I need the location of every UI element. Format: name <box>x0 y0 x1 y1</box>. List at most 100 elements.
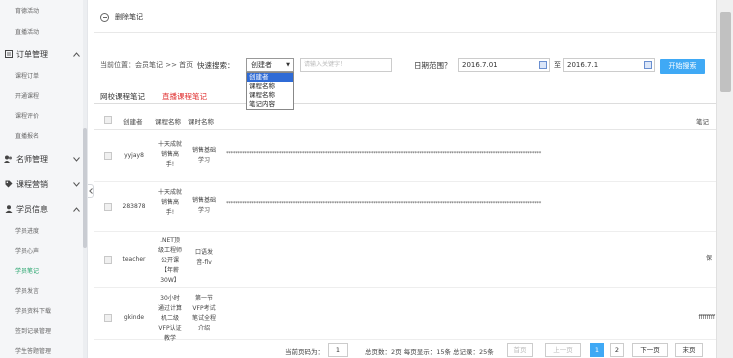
start-search-button[interactable]: 开始搜索 <box>660 59 705 74</box>
goto-page-label: 当前页码为： <box>285 348 324 356</box>
date-separator: 至 <box>554 61 561 69</box>
minus-circle-icon <box>100 12 109 22</box>
goto-page-input[interactable]: 1 <box>328 343 348 357</box>
sidebar-item[interactable]: 课程订单 <box>15 71 39 80</box>
sidebar-group-students[interactable]: 学员信息 <box>4 202 80 216</box>
page-2-button[interactable]: 2 <box>610 343 624 357</box>
cell-creator: yyjay8 <box>124 152 144 159</box>
dropdown-option[interactable]: 课程名称 <box>247 91 293 100</box>
date-from-input[interactable]: 2016.7.01 <box>458 58 550 72</box>
table-row[interactable]: gkinde 30小时通过计算机二级VFP认证教学 第一节VFP考试笔试全程介绍… <box>94 288 716 342</box>
sidebar-group-label: 订单管理 <box>16 49 48 59</box>
page-1-button[interactable]: 1 <box>590 343 604 357</box>
chevron-up-icon <box>72 50 80 58</box>
user-icon <box>4 205 13 214</box>
row-checkbox[interactable] <box>104 152 112 160</box>
sidebar-group-marketing[interactable]: 课程营销 <box>4 177 80 191</box>
sidebar-scroll-thumb[interactable] <box>83 128 87 248</box>
select-all-checkbox[interactable] <box>104 116 112 124</box>
sidebar-group-orders[interactable]: 订单管理 <box>4 47 80 61</box>
sidebar-item[interactable]: 学员资料下载 <box>15 306 51 315</box>
cell-lesson: 销售基础学习 <box>192 147 217 164</box>
cell-creator: teacher <box>122 256 146 263</box>
main-scroll-thumb[interactable] <box>720 12 731 92</box>
dropdown-option[interactable]: 课程名称 <box>247 82 293 91</box>
list-icon <box>4 50 13 59</box>
table-row[interactable]: 283878 十天成就销售高手! 销售基础学习 ****************… <box>94 182 716 232</box>
calendar-icon[interactable] <box>644 61 652 69</box>
delete-notes-label: 删除笔记 <box>115 13 143 21</box>
table-header: 创建者 课程名称 课时名称 笔记 <box>94 110 716 130</box>
pagination-summary: 总页数：2页 每页显示：15条 总记录：25条 <box>365 348 494 356</box>
app-window: 育德活动 直播活动 订单管理 课程订单 开通课程 课程评价 直播报名 名师管理 <box>0 0 733 358</box>
cell-note: ****************************************… <box>226 201 542 207</box>
tab-live-course-notes[interactable]: 直播课程笔记 <box>162 91 207 102</box>
sidebar-scrollbar[interactable] <box>83 0 87 358</box>
sidebar-item-active[interactable]: 学员笔记 <box>15 266 39 275</box>
delete-notes-button[interactable]: 删除笔记 <box>100 12 143 22</box>
column-header-creator: 创建者 <box>123 118 143 126</box>
dropdown-option[interactable]: 笔记内容 <box>247 100 293 109</box>
keyword-input[interactable]: 请输入关键字！ <box>300 58 392 72</box>
row-checkbox[interactable] <box>104 256 112 264</box>
cell-note: ****************************************… <box>226 151 542 157</box>
cell-course: 十天成就销售高手! <box>158 189 183 216</box>
chevron-down-icon <box>72 155 80 163</box>
cell-note: ffffffff <box>698 314 715 321</box>
last-page-button[interactable]: 末页 <box>675 343 703 357</box>
sidebar-item[interactable]: 育德活动 <box>15 6 39 15</box>
next-page-button[interactable]: 下一页 <box>632 343 668 357</box>
sidebar-group-label: 名师管理 <box>16 154 48 164</box>
sidebar-group-teachers[interactable]: 名师管理 <box>4 152 80 166</box>
breadcrumb: 当前位置：会员笔记 >> 首页 <box>100 61 194 69</box>
search-by-dropdown: 创建者 课程名称 课程名称 笔记内容 <box>246 72 294 110</box>
sidebar-item[interactable]: 直播报名 <box>15 131 39 140</box>
cell-lesson: 销售基础学习 <box>192 197 217 214</box>
cell-creator: 283878 <box>122 203 146 210</box>
row-checkbox[interactable] <box>104 314 112 322</box>
notes-tabs: 网校课程笔记 直播课程笔记 <box>94 88 716 104</box>
cell-course: .NET顶级工程师公开课【年薪30W】 <box>158 237 183 284</box>
sidebar-item[interactable]: 学生答题管理 <box>15 346 51 355</box>
row-checkbox[interactable] <box>104 203 112 211</box>
cell-lesson: 口语发音-flv <box>194 249 213 266</box>
pagination: 当前页码为： 1 总页数：2页 每页显示：15条 总记录：25条 首页 上一页 … <box>94 340 716 358</box>
column-header-note: 笔记 <box>696 118 709 126</box>
sidebar-item[interactable]: 课程评价 <box>15 111 39 120</box>
date-from-value: 2016.7.01 <box>462 61 498 69</box>
tab-online-course-notes[interactable]: 网校课程笔记 <box>100 91 145 102</box>
users-icon <box>4 155 13 164</box>
sidebar-item[interactable]: 签到记录管理 <box>15 326 51 335</box>
quick-search-label: 快速搜索： <box>197 61 235 70</box>
table-row[interactable]: yyjay8 十天成就销售高手! 销售基础学习 ****************… <box>94 130 716 182</box>
first-page-button[interactable]: 首页 <box>507 343 533 357</box>
main-scrollbar[interactable] <box>716 0 733 358</box>
sidebar-item[interactable]: 直播活动 <box>15 27 39 36</box>
search-by-select[interactable]: 创建者 ▼ <box>246 58 294 72</box>
dropdown-option[interactable]: 创建者 <box>247 73 293 82</box>
cell-creator: gkinde <box>123 314 145 321</box>
tag-icon <box>4 180 13 189</box>
date-range-label: 日期范围？ <box>414 61 452 70</box>
column-header-course: 课程名称 <box>155 118 181 126</box>
prev-page-button[interactable]: 上一页 <box>545 343 581 357</box>
chevron-left-icon <box>88 188 93 194</box>
calendar-icon[interactable] <box>539 61 547 69</box>
cell-note: 保 <box>705 255 712 262</box>
date-to-value: 2016.7.1 <box>567 61 599 69</box>
cell-course: 30小时通过计算机二级VFP认证教学 <box>158 295 183 342</box>
sidebar-item[interactable]: 学员发言 <box>15 286 39 295</box>
sidebar-group-label: 学员信息 <box>16 204 48 214</box>
table-row[interactable]: teacher .NET顶级工程师公开课【年薪30W】 口语发音-flv 保 <box>94 232 716 288</box>
cell-course: 十天成就销售高手! <box>158 141 183 168</box>
sidebar-item[interactable]: 开通课程 <box>15 91 39 100</box>
dropdown-arrow-icon: ▼ <box>286 62 290 68</box>
sidebar-item[interactable]: 学员进度 <box>15 226 39 235</box>
sidebar-group-label: 课程营销 <box>16 179 48 189</box>
cell-lesson: 第一节VFP考试笔试全程介绍 <box>192 295 217 332</box>
date-to-input[interactable]: 2016.7.1 <box>563 58 655 72</box>
sidebar-item[interactable]: 学员心声 <box>15 246 39 255</box>
main-content: 删除笔记 当前位置：会员笔记 >> 首页 快速搜索： 创建者 ▼ 创建者 课程名… <box>94 0 716 358</box>
divider <box>94 32 716 33</box>
sidebar: 育德活动 直播活动 订单管理 课程订单 开通课程 课程评价 直播报名 名师管理 <box>0 0 88 358</box>
